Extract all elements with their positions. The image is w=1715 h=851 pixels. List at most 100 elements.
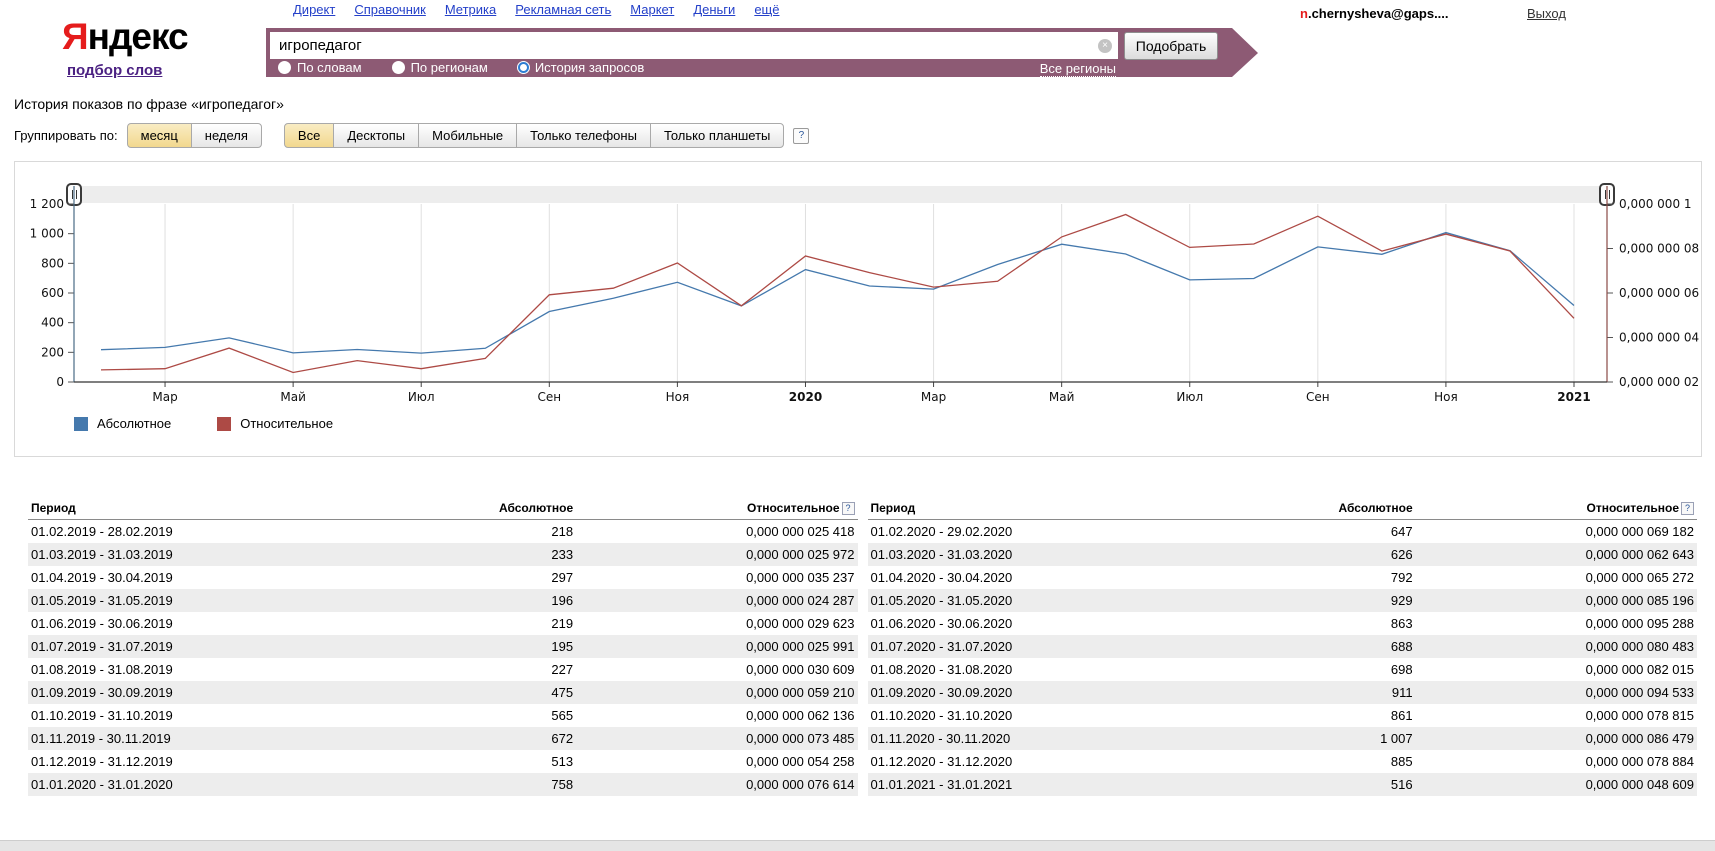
relative-help-icon[interactable]: ? bbox=[842, 502, 855, 515]
cell-period: 01.03.2020 - 31.03.2020 bbox=[868, 543, 1231, 566]
search-form: × Подобрать По словам По регионам История … bbox=[266, 28, 1232, 77]
user-email-rest: .chernysheva@gaps.... bbox=[1308, 6, 1449, 21]
cell-absolute: 861 bbox=[1231, 704, 1416, 727]
cell-relative: 0,000 000 073 485 bbox=[576, 727, 857, 750]
cell-absolute: 196 bbox=[391, 589, 576, 612]
cell-absolute: 672 bbox=[391, 727, 576, 750]
chart-legend: АбсолютноеОтносительное bbox=[74, 416, 333, 431]
table-row: 01.09.2020 - 30.09.20209110,000 000 094 … bbox=[868, 681, 1698, 704]
table-head: ПериодАбсолютноеОтносительное? bbox=[868, 497, 1698, 520]
wordstat-link[interactable]: подбор слов bbox=[67, 62, 162, 79]
table-row: 01.09.2019 - 30.09.20194750,000 000 059 … bbox=[28, 681, 858, 704]
relative-help-icon[interactable]: ? bbox=[1681, 502, 1694, 515]
table-row: 01.07.2019 - 31.07.20191950,000 000 025 … bbox=[28, 635, 858, 658]
cell-absolute: 513 bbox=[391, 750, 576, 773]
cell-relative: 0,000 000 024 287 bbox=[576, 589, 857, 612]
cell-relative: 0,000 000 048 609 bbox=[1416, 773, 1697, 796]
table-row: 01.02.2020 - 29.02.20206470,000 000 069 … bbox=[868, 520, 1698, 544]
nav-link-1[interactable]: Директ bbox=[293, 2, 335, 17]
cell-absolute: 219 bbox=[391, 612, 576, 635]
device-filter-button-4[interactable]: Только телефоны bbox=[516, 123, 651, 148]
svg-text:Ноя: Ноя bbox=[1434, 390, 1458, 404]
svg-text:2020: 2020 bbox=[789, 390, 822, 404]
cell-period: 01.02.2019 - 28.02.2019 bbox=[28, 520, 391, 544]
cell-relative: 0,000 000 078 815 bbox=[1416, 704, 1697, 727]
cell-period: 01.07.2019 - 31.07.2019 bbox=[28, 635, 391, 658]
cell-absolute: 792 bbox=[1231, 566, 1416, 589]
svg-text:Мар: Мар bbox=[152, 390, 177, 404]
cell-relative: 0,000 000 062 643 bbox=[1416, 543, 1697, 566]
legend-swatch-icon bbox=[74, 417, 88, 431]
cell-relative: 0,000 000 094 533 bbox=[1416, 681, 1697, 704]
cell-period: 01.12.2019 - 31.12.2019 bbox=[28, 750, 391, 773]
table-head: ПериодАбсолютноеОтносительное? bbox=[28, 497, 858, 520]
cell-relative: 0,000 000 029 623 bbox=[576, 612, 857, 635]
cell-absolute: 218 bbox=[391, 520, 576, 544]
cell-relative: 0,000 000 030 609 bbox=[576, 658, 857, 681]
chart-plot: МарМайИюлСенНоя2020МарМайИюлСенНоя202102… bbox=[15, 162, 1701, 412]
search-mode-3[interactable]: История запросов bbox=[518, 60, 645, 75]
table-body: 01.02.2019 - 28.02.20192180,000 000 025 … bbox=[28, 520, 858, 797]
group-by-button-1[interactable]: месяц bbox=[127, 123, 192, 148]
svg-text:1 200: 1 200 bbox=[30, 197, 64, 211]
device-filter-button-5[interactable]: Только планшеты bbox=[650, 123, 784, 148]
table-row: 01.08.2020 - 31.08.20206980,000 000 082 … bbox=[868, 658, 1698, 681]
wordstat-page: { "header": { "logo": {"first_letter": "… bbox=[0, 0, 1715, 851]
cell-period: 01.03.2019 - 31.03.2019 bbox=[28, 543, 391, 566]
search-input[interactable] bbox=[270, 32, 1118, 59]
table-row: 01.05.2020 - 31.05.20209290,000 000 085 … bbox=[868, 589, 1698, 612]
user-email[interactable]: n.chernysheva@gaps.... bbox=[1300, 6, 1449, 21]
svg-text:0,000 000 02: 0,000 000 02 bbox=[1619, 375, 1699, 389]
cell-absolute: 233 bbox=[391, 543, 576, 566]
nav-link-5[interactable]: Маркет bbox=[630, 2, 674, 17]
cell-absolute: 911 bbox=[1231, 681, 1416, 704]
cell-absolute: 565 bbox=[391, 704, 576, 727]
cell-period: 01.06.2019 - 30.06.2019 bbox=[28, 612, 391, 635]
clear-input-icon[interactable]: × bbox=[1098, 39, 1112, 53]
logout-link[interactable]: Выход bbox=[1527, 6, 1566, 21]
submit-button[interactable]: Подобрать bbox=[1124, 32, 1218, 60]
legend-item-2: Относительное bbox=[217, 416, 333, 431]
cell-period: 01.10.2020 - 31.10.2020 bbox=[868, 704, 1231, 727]
cell-period: 01.04.2020 - 30.04.2020 bbox=[868, 566, 1231, 589]
table-row: 01.05.2019 - 31.05.20191960,000 000 024 … bbox=[28, 589, 858, 612]
search-mode-2[interactable]: По регионам bbox=[392, 60, 488, 75]
radio-icon bbox=[518, 62, 529, 73]
search-mode-label: История запросов bbox=[535, 60, 645, 75]
table-row: 01.02.2019 - 28.02.20192180,000 000 025 … bbox=[28, 520, 858, 544]
cell-relative: 0,000 000 086 479 bbox=[1416, 727, 1697, 750]
svg-text:0,000 000 1: 0,000 000 1 bbox=[1619, 197, 1692, 211]
group-by-button-2[interactable]: неделя bbox=[191, 123, 262, 148]
table-row: 01.07.2020 - 31.07.20206880,000 000 080 … bbox=[868, 635, 1698, 658]
svg-text:Май: Май bbox=[1049, 390, 1075, 404]
nav-link-6[interactable]: Деньги bbox=[693, 2, 735, 17]
cell-absolute: 698 bbox=[1231, 658, 1416, 681]
device-filter-help-icon[interactable]: ? bbox=[793, 128, 809, 144]
period-table-2020: ПериодАбсолютноеОтносительное? 01.02.202… bbox=[868, 497, 1698, 796]
device-filter-button-3[interactable]: Мобильные bbox=[418, 123, 517, 148]
svg-text:0,000 000 04: 0,000 000 04 bbox=[1619, 331, 1699, 345]
cell-relative: 0,000 000 054 258 bbox=[576, 750, 857, 773]
svg-text:Ноя: Ноя bbox=[666, 390, 690, 404]
nav-link-2[interactable]: Справочник bbox=[354, 2, 426, 17]
history-chart: МарМайИюлСенНоя2020МарМайИюлСенНоя202102… bbox=[14, 161, 1702, 457]
column-header: Период bbox=[28, 497, 391, 520]
cell-period: 01.05.2020 - 31.05.2020 bbox=[868, 589, 1231, 612]
svg-text:Июл: Июл bbox=[408, 390, 435, 404]
device-filter-button-2[interactable]: Десктопы bbox=[333, 123, 419, 148]
nav-link-3[interactable]: Метрика bbox=[445, 2, 496, 17]
cell-absolute: 626 bbox=[1231, 543, 1416, 566]
yandex-logo[interactable]: Яндекс bbox=[62, 16, 188, 58]
all-regions-link[interactable]: Все регионы bbox=[1040, 61, 1116, 77]
device-filter-button-1[interactable]: Все bbox=[284, 123, 334, 148]
nav-link-4[interactable]: Рекламная сеть bbox=[515, 2, 611, 17]
cell-period: 01.07.2020 - 31.07.2020 bbox=[868, 635, 1231, 658]
cell-relative: 0,000 000 059 210 bbox=[576, 681, 857, 704]
nav-link-7[interactable]: ещё bbox=[754, 2, 779, 17]
cell-absolute: 647 bbox=[1231, 520, 1416, 544]
table-row: 01.04.2020 - 30.04.20207920,000 000 065 … bbox=[868, 566, 1698, 589]
table-body: 01.02.2020 - 29.02.20206470,000 000 069 … bbox=[868, 520, 1698, 797]
legend-swatch-icon bbox=[217, 417, 231, 431]
cell-relative: 0,000 000 076 614 bbox=[576, 773, 857, 796]
search-mode-1[interactable]: По словам bbox=[278, 60, 362, 75]
